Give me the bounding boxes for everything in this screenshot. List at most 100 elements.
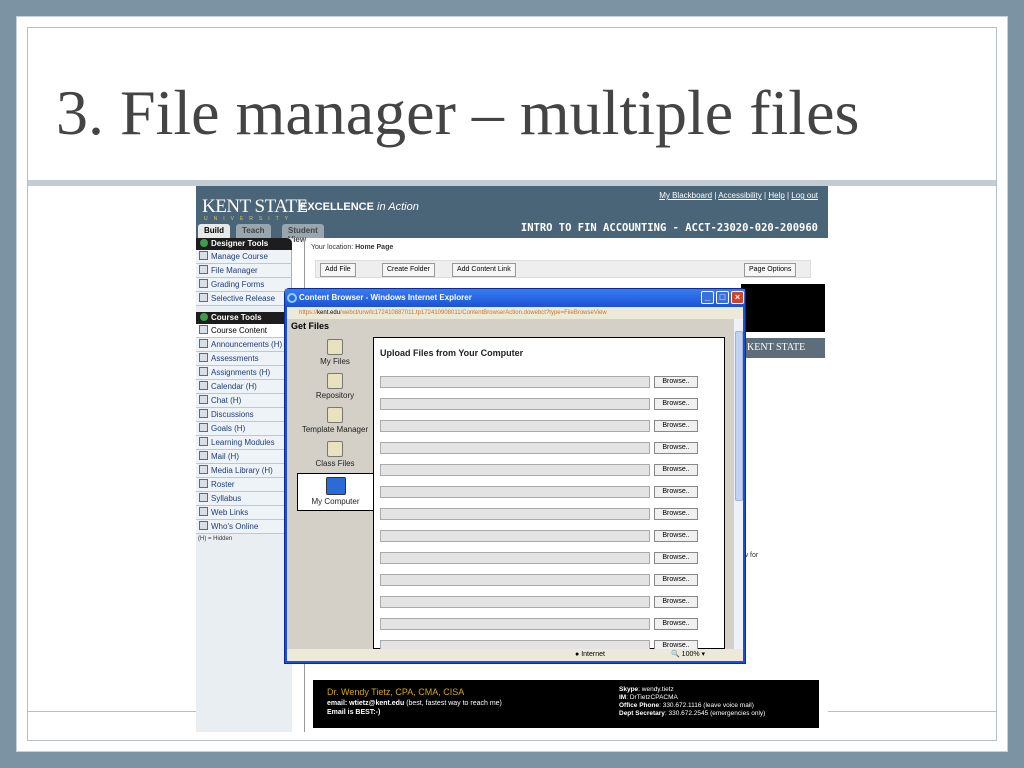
nav-media-library[interactable]: Media Library (H)	[196, 464, 292, 478]
nav-announcements[interactable]: Announcements (H)	[196, 338, 292, 352]
im-line: IM: DrTietzCPACMA	[619, 694, 765, 702]
file-path-input[interactable]	[380, 508, 650, 520]
zone-label: Internet	[581, 651, 605, 658]
file-path-input[interactable]	[380, 398, 650, 410]
browse-button[interactable]: Browse..	[654, 508, 698, 520]
file-path-input[interactable]	[380, 464, 650, 476]
source-label: My Files	[320, 357, 350, 366]
file-path-input[interactable]	[380, 486, 650, 498]
selective-release-icon	[199, 293, 208, 302]
kent-state-mini-logo: KENT STATE	[741, 338, 825, 358]
scrollbar-thumb[interactable]	[735, 331, 743, 501]
kent-state-logo-sub: UNIVERSITY	[204, 216, 295, 222]
nav-learning-modules[interactable]: Learning Modules	[196, 436, 292, 450]
minimize-icon[interactable]: _	[701, 291, 714, 304]
browse-button[interactable]: Browse..	[654, 552, 698, 564]
nav-syllabus[interactable]: Syllabus	[196, 492, 292, 506]
add-content-link-button[interactable]: Add Content Link	[452, 263, 516, 277]
nav-label: Selective Release	[211, 294, 276, 303]
zoom-control[interactable]: 🔍 100% ▾	[671, 649, 705, 661]
file-path-input[interactable]	[380, 640, 650, 649]
address-host: kent.edu	[317, 310, 341, 316]
browse-button[interactable]: Browse..	[654, 530, 698, 542]
tab-student-view[interactable]: Student View	[282, 224, 324, 244]
page-options-button[interactable]: Page Options	[744, 263, 797, 277]
nav-label: Discussions	[211, 410, 254, 419]
course-tools-header: Course Tools	[196, 312, 292, 324]
office-label: Office Phone	[619, 702, 660, 709]
nav-label: Web Links	[211, 508, 249, 517]
source-template-manager[interactable]: Template Manager	[297, 407, 373, 434]
header-links: My Blackboard | Accessibility | Help | L…	[659, 191, 818, 200]
file-path-input[interactable]	[380, 618, 650, 630]
close-icon[interactable]: ×	[731, 291, 744, 304]
browse-button[interactable]: Browse..	[654, 398, 698, 410]
nav-label: Roster	[211, 480, 235, 489]
discussions-icon	[199, 409, 208, 418]
browse-button[interactable]: Browse..	[654, 618, 698, 630]
nav-assessments[interactable]: Assessments	[196, 352, 292, 366]
nav-label: File Manager	[211, 266, 258, 275]
source-repository[interactable]: Repository	[297, 373, 373, 400]
browse-button[interactable]: Browse..	[654, 420, 698, 432]
chat-icon	[199, 395, 208, 404]
browse-button[interactable]: Browse..	[654, 376, 698, 388]
blackboard-header: KENT STATE UNIVERSITY EXCELLENCE in Acti…	[196, 186, 828, 244]
nav-label: Media Library (H)	[211, 466, 273, 475]
link-log-out[interactable]: Log out	[791, 191, 818, 200]
nav-whos-online[interactable]: Who's Online	[196, 520, 292, 534]
file-path-input[interactable]	[380, 420, 650, 432]
source-label: My Computer	[311, 497, 360, 506]
nav-manage-course[interactable]: Manage Course	[196, 250, 292, 264]
nav-file-manager[interactable]: File Manager	[196, 264, 292, 278]
browse-button[interactable]: Browse..	[654, 574, 698, 586]
nav-assignments[interactable]: Assignments (H)	[196, 366, 292, 380]
nav-roster[interactable]: Roster	[196, 478, 292, 492]
link-accessibility[interactable]: Accessibility	[718, 191, 762, 200]
vertical-scrollbar[interactable]	[733, 319, 743, 649]
whos-online-icon	[199, 521, 208, 530]
browse-button[interactable]: Browse..	[654, 596, 698, 608]
address-bar[interactable]: https://kent.edu/webct/urw/lc17241088701…	[287, 307, 743, 319]
file-path-input[interactable]	[380, 376, 650, 388]
nav-selective-release[interactable]: Selective Release	[196, 292, 292, 306]
file-path-input[interactable]	[380, 442, 650, 454]
source-label: Template Manager	[301, 425, 369, 434]
nav-course-content[interactable]: Course Content	[196, 324, 292, 338]
browse-button[interactable]: Browse..	[654, 464, 698, 476]
maximize-icon[interactable]: □	[716, 291, 729, 304]
instructor-footer: Dr. Wendy Tietz, CPA, CMA, CISA email: w…	[313, 680, 819, 728]
nav-label: Announcements (H)	[211, 340, 283, 349]
file-path-input[interactable]	[380, 596, 650, 608]
nav-goals[interactable]: Goals (H)	[196, 422, 292, 436]
link-my-blackboard[interactable]: My Blackboard	[659, 191, 712, 200]
course-tools-label: Course Tools	[211, 313, 262, 322]
nav-grading-forms[interactable]: Grading Forms	[196, 278, 292, 292]
goals-icon	[199, 423, 208, 432]
file-path-input[interactable]	[380, 552, 650, 564]
nav-web-links[interactable]: Web Links	[196, 506, 292, 520]
source-my-computer[interactable]: My Computer	[297, 473, 373, 511]
assignments-icon	[199, 367, 208, 376]
browse-button[interactable]: Browse..	[654, 640, 698, 649]
nav-chat[interactable]: Chat (H)	[196, 394, 292, 408]
tab-build[interactable]: Build	[198, 224, 230, 238]
link-help[interactable]: Help	[768, 191, 784, 200]
tab-teach[interactable]: Teach	[236, 224, 271, 238]
nav-mail[interactable]: Mail (H)	[196, 450, 292, 464]
add-file-button[interactable]: Add File	[320, 263, 356, 277]
browse-button[interactable]: Browse..	[654, 486, 698, 498]
internet-zone: ● Internet	[575, 651, 605, 658]
file-path-input[interactable]	[380, 574, 650, 586]
source-my-files[interactable]: My Files	[297, 339, 373, 366]
source-class-files[interactable]: Class Files	[297, 441, 373, 468]
calendar-icon	[199, 381, 208, 390]
nav-label: Mail (H)	[211, 452, 239, 461]
nav-calendar[interactable]: Calendar (H)	[196, 380, 292, 394]
create-folder-button[interactable]: Create Folder	[382, 263, 435, 277]
browse-button[interactable]: Browse..	[654, 442, 698, 454]
grading-forms-icon	[199, 279, 208, 288]
skype-line: Skype: wendy.tietz	[619, 686, 765, 694]
file-path-input[interactable]	[380, 530, 650, 542]
nav-discussions[interactable]: Discussions	[196, 408, 292, 422]
